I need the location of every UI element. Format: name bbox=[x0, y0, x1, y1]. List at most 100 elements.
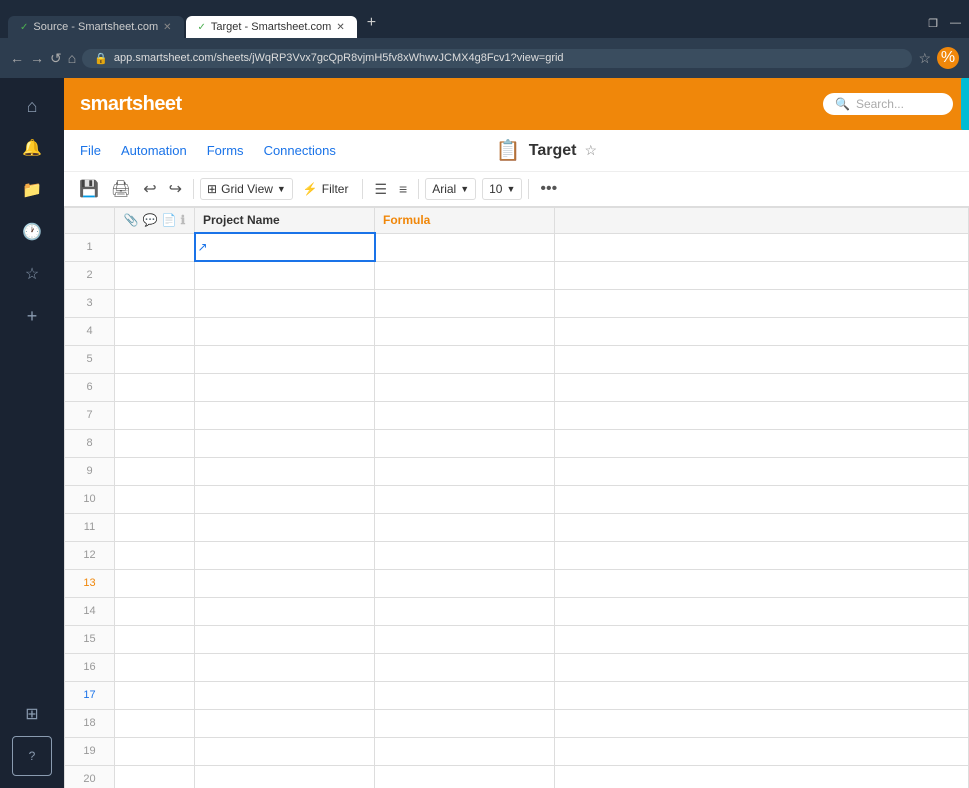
project-name-cell[interactable] bbox=[195, 261, 375, 289]
project-name-cell[interactable] bbox=[195, 317, 375, 345]
sidebar-help[interactable]: ? bbox=[12, 736, 52, 776]
formula-cell[interactable] bbox=[375, 289, 555, 317]
project-name-cell[interactable] bbox=[195, 709, 375, 737]
url-text: app.smartsheet.com/sheets/jWqRP3Vvx7gcQp… bbox=[114, 52, 564, 64]
formula-cell[interactable] bbox=[375, 233, 555, 261]
formula-cell[interactable] bbox=[375, 709, 555, 737]
formula-cell[interactable] bbox=[375, 401, 555, 429]
font-size-selector[interactable]: 10 ▼ bbox=[482, 178, 522, 200]
forward-button[interactable]: → bbox=[30, 50, 44, 66]
align-center-button[interactable]: ≡ bbox=[394, 178, 412, 200]
sidebar-clock[interactable]: 🕐 bbox=[12, 212, 52, 252]
filter-icon: ⚡ bbox=[303, 182, 318, 196]
sheet-star[interactable]: ☆ bbox=[584, 142, 597, 159]
row-icons-cell bbox=[115, 765, 195, 788]
project-name-cell[interactable] bbox=[195, 625, 375, 653]
more-options-button[interactable]: ••• bbox=[535, 177, 562, 201]
table-row: 13 bbox=[65, 569, 969, 597]
project-name-cell[interactable] bbox=[195, 373, 375, 401]
project-name-header[interactable]: Project Name bbox=[195, 208, 375, 234]
window-maximize[interactable]: ❐ bbox=[928, 17, 938, 30]
project-name-cell[interactable] bbox=[195, 289, 375, 317]
table-row: 2 bbox=[65, 261, 969, 289]
formula-header[interactable]: Formula bbox=[375, 208, 555, 234]
formula-cell[interactable] bbox=[375, 457, 555, 485]
formula-cell[interactable] bbox=[375, 625, 555, 653]
grid-view-selector[interactable]: ⊞ Grid View ▼ bbox=[200, 178, 293, 200]
font-size-chevron: ▼ bbox=[506, 184, 515, 194]
new-tab-button[interactable]: + bbox=[359, 12, 384, 34]
project-name-cell[interactable] bbox=[195, 569, 375, 597]
project-name-cell[interactable] bbox=[195, 485, 375, 513]
search-box[interactable]: 🔍 Search... bbox=[823, 93, 953, 115]
tab-source-close[interactable]: ✕ bbox=[163, 22, 171, 33]
formula-cell[interactable] bbox=[375, 429, 555, 457]
formula-cell[interactable] bbox=[375, 261, 555, 289]
project-name-cell[interactable] bbox=[195, 429, 375, 457]
formula-cell[interactable] bbox=[375, 541, 555, 569]
formula-cell[interactable] bbox=[375, 485, 555, 513]
tab-target[interactable]: ✓ Target - Smartsheet.com ✕ bbox=[186, 16, 357, 38]
align-left-button[interactable]: ☰ bbox=[369, 178, 392, 201]
formula-cell[interactable] bbox=[375, 345, 555, 373]
nav-connections[interactable]: Connections bbox=[264, 143, 336, 158]
search-icon: 🔍 bbox=[835, 97, 850, 111]
sidebar-grid[interactable]: ⊞ bbox=[12, 694, 52, 734]
filter-button[interactable]: ⚡ Filter bbox=[295, 179, 357, 199]
profile-button[interactable]: % bbox=[937, 47, 959, 69]
formula-cell[interactable] bbox=[375, 653, 555, 681]
nav-automation[interactable]: Automation bbox=[121, 143, 187, 158]
formula-cell[interactable] bbox=[375, 569, 555, 597]
project-name-cell[interactable] bbox=[195, 765, 375, 788]
sidebar-star[interactable]: ☆ bbox=[12, 254, 52, 294]
filter-label: Filter bbox=[322, 182, 349, 196]
sidebar-home[interactable]: ⌂ bbox=[12, 86, 52, 126]
row-number-header bbox=[65, 208, 115, 234]
extra-cell bbox=[555, 373, 969, 401]
sidebar-folder[interactable]: 📁 bbox=[12, 170, 52, 210]
save-button[interactable]: 💾 bbox=[74, 176, 104, 202]
formula-cell[interactable] bbox=[375, 737, 555, 765]
project-name-cell[interactable] bbox=[195, 597, 375, 625]
project-name-cell[interactable] bbox=[195, 457, 375, 485]
row-number: 20 bbox=[65, 765, 115, 788]
formula-cell[interactable] bbox=[375, 513, 555, 541]
formula-cell[interactable] bbox=[375, 765, 555, 788]
sidebar-add[interactable]: + bbox=[12, 296, 52, 336]
redo-button[interactable]: ↪ bbox=[164, 176, 187, 202]
formula-cell[interactable] bbox=[375, 373, 555, 401]
tab-source[interactable]: ✓ Source - Smartsheet.com ✕ bbox=[8, 16, 184, 38]
project-name-cell[interactable] bbox=[195, 541, 375, 569]
row-number: 5 bbox=[65, 345, 115, 373]
window-minimize[interactable]: — bbox=[950, 17, 961, 30]
row-number: 7 bbox=[65, 401, 115, 429]
back-button[interactable]: ← bbox=[10, 50, 24, 66]
extra-cell bbox=[555, 401, 969, 429]
row-icons-cell bbox=[115, 317, 195, 345]
project-name-cell[interactable] bbox=[195, 401, 375, 429]
project-name-cell[interactable] bbox=[195, 345, 375, 373]
formula-cell[interactable] bbox=[375, 597, 555, 625]
project-name-cell[interactable]: ↗ bbox=[195, 233, 375, 261]
info-icon: ℹ bbox=[181, 213, 186, 227]
font-selector[interactable]: Arial ▼ bbox=[425, 178, 476, 200]
sidebar-bell[interactable]: 🔔 bbox=[12, 128, 52, 168]
table-row: 8 bbox=[65, 429, 969, 457]
formula-cell[interactable] bbox=[375, 681, 555, 709]
table-row: 9 bbox=[65, 457, 969, 485]
nav-forms[interactable]: Forms bbox=[207, 143, 244, 158]
reload-button[interactable]: ↺ bbox=[50, 50, 62, 67]
project-name-cell[interactable] bbox=[195, 737, 375, 765]
project-name-cell[interactable] bbox=[195, 513, 375, 541]
formula-cell[interactable] bbox=[375, 317, 555, 345]
address-bar[interactable]: 🔒 app.smartsheet.com/sheets/jWqRP3Vvx7gc… bbox=[82, 49, 912, 68]
print-button[interactable]: 🖨 bbox=[106, 176, 136, 202]
project-name-cell[interactable] bbox=[195, 681, 375, 709]
star-button[interactable]: ☆ bbox=[918, 50, 931, 67]
doc-icon: 📄 bbox=[162, 213, 177, 227]
tab-target-close[interactable]: ✕ bbox=[336, 22, 344, 33]
nav-file[interactable]: File bbox=[80, 143, 101, 158]
undo-button[interactable]: ↩ bbox=[138, 176, 161, 202]
project-name-cell[interactable] bbox=[195, 653, 375, 681]
home-button[interactable]: ⌂ bbox=[68, 50, 76, 66]
